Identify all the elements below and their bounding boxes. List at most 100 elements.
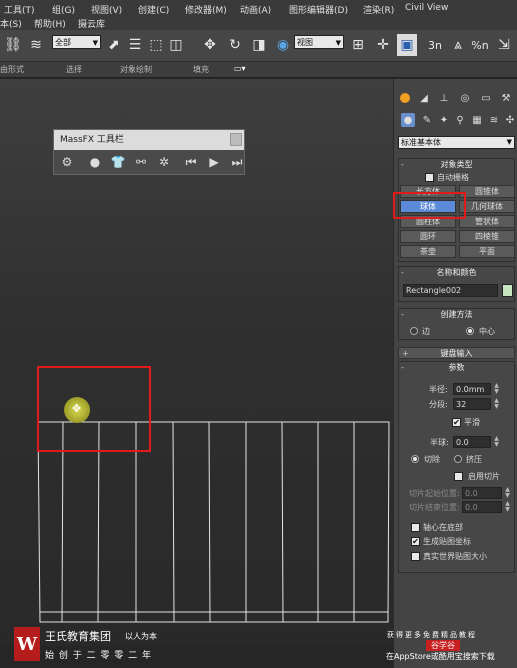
reset-simulation-icon[interactable]: ⏮ — [182, 153, 200, 171]
shapes-icon[interactable]: ✎ — [420, 113, 434, 127]
slice-from-spinner[interactable]: ▲ ▼ — [504, 487, 511, 499]
keyboard-entry-header[interactable]: + 键盘输入 — [398, 347, 515, 359]
tab-display-icon[interactable]: ▭ — [478, 90, 494, 106]
menu-create[interactable]: 创建(C) — [138, 3, 169, 16]
massfx-close-button[interactable] — [230, 133, 242, 146]
rigid-body-icon[interactable]: ● — [86, 153, 104, 171]
tab-object-paint[interactable]: 对象绘制 — [120, 64, 152, 75]
tab-modify-icon[interactable]: ◢ — [416, 90, 432, 106]
spinner-snap-icon[interactable]: ⇲ — [494, 34, 514, 56]
select-object-icon[interactable]: ⬈ — [104, 34, 124, 56]
promo-line2: 在AppStore或酷用宝搜索下载 — [386, 652, 495, 661]
cloth-icon[interactable]: 👕 — [109, 153, 127, 171]
hemisphere-input[interactable]: 0.0 — [453, 436, 491, 448]
slice-on-label: 启用切片 — [468, 472, 500, 481]
creation-method-header[interactable]: - 创建方法 — [398, 309, 515, 321]
base-to-pivot-checkbox[interactable] — [411, 523, 420, 532]
massfx-toolbar[interactable]: MassFX 工具栏 ⚙ ● 👕 ⚯ ✲ ⏮ ▶ ⏭ — [53, 129, 245, 175]
selection-filter-dropdown[interactable]: 全部 ▼ — [52, 35, 101, 49]
geometry-icon[interactable]: ● — [401, 113, 415, 127]
select-manipulate-icon[interactable]: ✛ — [373, 34, 393, 56]
menu-sheyunku[interactable]: 摄云库 — [78, 17, 105, 30]
menu-group[interactable]: 组(G) — [52, 3, 75, 16]
place-icon[interactable]: ◉ — [273, 34, 293, 56]
window-crossing-icon[interactable]: ◫ — [166, 34, 186, 56]
percent-snap-icon[interactable]: %n — [470, 34, 490, 56]
ribbon-options-icon[interactable]: ▭▾ — [234, 64, 246, 73]
radius-spinner[interactable]: ▲ ▼ — [493, 383, 500, 395]
step-simulation-icon[interactable]: ⏭ — [228, 153, 246, 171]
tab-populate[interactable]: 填充 — [193, 64, 209, 75]
teapot-button[interactable]: 茶壶 — [400, 245, 456, 258]
autogrid-checkbox[interactable] — [425, 173, 434, 182]
menu-modifiers[interactable]: 修改器(M) — [185, 3, 227, 16]
world-parameters-icon[interactable]: ⚙ — [58, 153, 76, 171]
bind-space-warp-icon[interactable]: ≋ — [26, 34, 46, 56]
slice-to-spinner[interactable]: ▲ ▼ — [504, 501, 511, 513]
constraint-icon[interactable]: ⚯ — [132, 153, 150, 171]
slice-on-checkbox[interactable] — [454, 472, 463, 481]
keyboard-shortcut-override-icon[interactable]: ▣ — [397, 34, 417, 56]
cone-button[interactable]: 圆锥体 — [459, 185, 515, 198]
slice-from-input[interactable]: 0.0 — [462, 487, 502, 499]
pyramid-button[interactable]: 四棱锥 — [459, 230, 515, 243]
menu-tools[interactable]: 工具(T) — [4, 3, 35, 16]
move-icon[interactable]: ✥ — [200, 34, 220, 56]
massfx-title[interactable]: MassFX 工具栏 — [54, 130, 244, 150]
edge-radio[interactable] — [410, 327, 418, 335]
founded-text: 始 创 于 二 零 零 二 年 — [45, 651, 153, 661]
menu-graph-editors[interactable]: 图形编辑器(D) — [289, 3, 348, 16]
menu-help[interactable]: 帮助(H) — [34, 17, 66, 30]
tab-utilities-icon[interactable]: ⚒ — [498, 90, 514, 106]
radius-input[interactable]: 0.0mm — [453, 383, 491, 395]
spacewarps-icon[interactable]: ≋ — [487, 113, 501, 127]
chop-radio[interactable] — [411, 455, 419, 463]
tube-button[interactable]: 管状体 — [459, 215, 515, 228]
pivot-center-icon[interactable]: ⊞ — [348, 34, 368, 56]
systems-icon[interactable]: ✣ — [503, 113, 517, 127]
tab-create-icon[interactable] — [397, 90, 413, 106]
angle-snap-icon[interactable]: ⩓ — [448, 34, 468, 56]
real-world-label: 真实世界贴图大小 — [423, 552, 487, 561]
object-color-swatch[interactable] — [502, 284, 513, 297]
gen-mapping-checkbox[interactable]: ✔ — [411, 537, 420, 546]
category-dropdown[interactable]: 标准基本体 ▼ — [398, 136, 515, 149]
rotate-icon[interactable]: ↻ — [225, 34, 245, 56]
smooth-checkbox[interactable]: ✔ — [452, 418, 461, 427]
menu-views[interactable]: 视图(V) — [91, 3, 122, 16]
menu-civil-view[interactable]: Civil View — [405, 3, 448, 13]
link-icon[interactable]: ⛓ — [3, 34, 23, 56]
parameters-header[interactable]: - 参数 — [398, 362, 515, 374]
menu-rendering[interactable]: 渲染(R) — [363, 3, 394, 16]
real-world-checkbox[interactable] — [411, 552, 420, 561]
reference-coord-dropdown[interactable]: 视图 ▼ — [294, 35, 344, 49]
tab-freeform[interactable]: 自由形式 — [0, 64, 24, 75]
geosphere-button[interactable]: 几何球体 — [459, 200, 515, 213]
select-by-name-icon[interactable]: ☰ — [125, 34, 145, 56]
lights-icon[interactable]: ✦ — [437, 113, 451, 127]
object-type-header[interactable]: - 对象类型 — [398, 159, 515, 171]
menu-animation[interactable]: 动画(A) — [240, 3, 271, 16]
tab-selection[interactable]: 选择 — [66, 64, 82, 75]
cameras-icon[interactable]: ⚲ — [453, 113, 467, 127]
ragdoll-icon[interactable]: ✲ — [155, 153, 173, 171]
plane-button[interactable]: 平面 — [459, 245, 515, 258]
center-radio[interactable] — [466, 327, 474, 335]
tab-motion-icon[interactable]: ◎ — [457, 90, 473, 106]
start-simulation-icon[interactable]: ▶ — [205, 153, 223, 171]
helpers-icon[interactable]: ▦ — [470, 113, 484, 127]
hemisphere-spinner[interactable]: ▲ ▼ — [493, 436, 500, 448]
menu-script[interactable]: 本(S) — [0, 17, 22, 30]
torus-button[interactable]: 圆环 — [400, 230, 456, 243]
gen-mapping-label: 生成贴图坐标 — [423, 537, 471, 546]
tab-hierarchy-icon[interactable]: ⊥ — [436, 90, 452, 106]
segments-spinner[interactable]: ▲ ▼ — [493, 398, 500, 410]
squash-radio[interactable] — [454, 455, 462, 463]
select-region-icon[interactable]: ⬚ — [146, 34, 166, 56]
scale-icon[interactable]: ◨ — [249, 34, 269, 56]
object-name-input[interactable]: Rectangle002 — [403, 284, 498, 297]
slice-to-input[interactable]: 0.0 — [462, 501, 502, 513]
segments-input[interactable]: 32 — [453, 398, 491, 410]
name-color-header[interactable]: - 名称和颜色 — [398, 267, 515, 279]
snap-toggle-icon[interactable]: 3n — [425, 34, 445, 56]
